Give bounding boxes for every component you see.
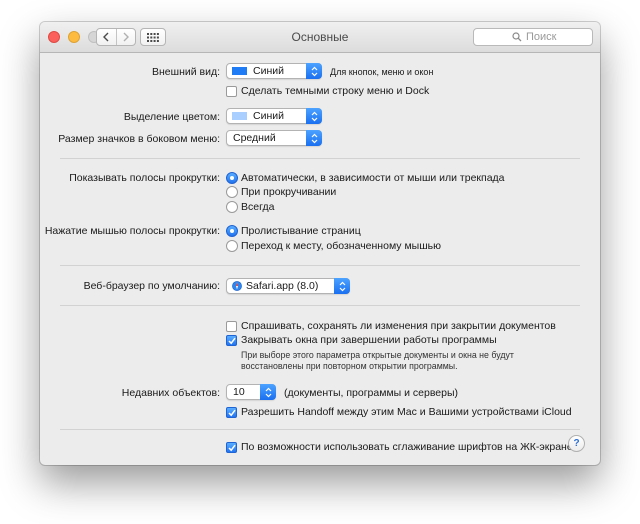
popup-arrows-icon <box>306 130 322 146</box>
click-spot-radio[interactable] <box>226 240 238 252</box>
browser-label: Веб-браузер по умолчанию: <box>83 280 220 292</box>
sidebar-icon-value: Средний <box>233 132 276 144</box>
separator <box>60 429 580 430</box>
back-button[interactable] <box>97 29 116 45</box>
chevron-right-icon <box>123 32 129 42</box>
search-field[interactable]: Поиск <box>473 28 593 46</box>
checkmark-icon <box>228 409 236 417</box>
safari-icon <box>232 281 242 291</box>
recent-popup[interactable]: 10 <box>226 384 276 400</box>
scrollbars-scrolling-label: При прокручивании <box>241 186 337 198</box>
separator <box>60 265 580 266</box>
close-windows-checkbox[interactable] <box>226 335 237 346</box>
help-button[interactable]: ? <box>568 435 585 452</box>
sidebar-icon-label: Размер значков в боковом меню: <box>58 133 220 145</box>
separator <box>60 158 580 159</box>
minimize-window-button[interactable] <box>68 31 80 43</box>
click-scrollbar-label: Нажатие мышью полосы прокрутки: <box>44 225 220 237</box>
appearance-swatch <box>232 67 247 75</box>
dark-bar-label: Сделать темными строку меню и Dock <box>241 85 430 97</box>
recent-label: Недавних объектов: <box>121 387 220 399</box>
click-page-radio[interactable] <box>226 225 238 237</box>
recent-hint: (документы, программы и серверы) <box>284 387 459 399</box>
checkmark-icon <box>228 337 236 345</box>
search-placeholder: Поиск <box>526 31 557 43</box>
close-windows-label: Закрывать окна при завершении работы про… <box>241 334 497 346</box>
close-windows-note-line1: При выборе этого параметра открытые доку… <box>241 350 514 360</box>
appearance-popup[interactable]: Синий <box>226 63 322 79</box>
scrollbars-automatic-radio[interactable] <box>226 172 238 184</box>
popup-arrows-icon <box>334 278 350 294</box>
chevron-left-icon <box>103 32 109 42</box>
appearance-hint: Для кнопок, меню и окон <box>330 67 434 77</box>
popup-arrows-icon <box>306 108 322 124</box>
handoff-label: Разрешить Handoff между этим Mac и Вашим… <box>241 406 572 418</box>
close-windows-note-line2: восстановлены при повторном открытии про… <box>241 361 458 371</box>
recent-value: 10 <box>233 386 245 398</box>
popup-arrows-icon <box>306 63 322 79</box>
highlight-label: Выделение цветом: <box>123 111 220 123</box>
font-smoothing-label: По возможности использовать сглаживание … <box>241 441 573 453</box>
popup-arrows-icon <box>260 384 276 400</box>
title-bar: Основные Поиск <box>40 22 600 53</box>
sidebar-icon-popup[interactable]: Средний <box>226 130 322 146</box>
preferences-window: Основные Поиск Внешний вид: Синий Для кн… <box>40 22 600 465</box>
click-page-label: Пролистывание страниц <box>241 225 361 237</box>
browser-value: Safari.app (8.0) <box>246 280 319 292</box>
dark-bar-checkbox[interactable] <box>226 86 237 97</box>
search-icon <box>512 32 522 42</box>
scrollbars-scrolling-radio[interactable] <box>226 186 238 198</box>
appearance-value: Синий <box>253 65 284 77</box>
appearance-label: Внешний вид: <box>152 66 220 78</box>
window-title: Основные <box>291 30 349 44</box>
browser-popup[interactable]: Safari.app (8.0) <box>226 278 350 294</box>
handoff-checkbox[interactable] <box>226 407 237 418</box>
ask-save-label: Спрашивать, сохранять ли изменения при з… <box>241 320 556 332</box>
forward-button[interactable] <box>115 29 136 45</box>
scrollbars-automatic-label: Автоматически, в зависимости от мыши или… <box>241 172 505 184</box>
font-smoothing-checkbox[interactable] <box>226 442 237 453</box>
scrollbars-always-radio[interactable] <box>226 201 238 213</box>
scrollbars-label: Показывать полосы прокрутки: <box>69 172 220 184</box>
show-all-button[interactable] <box>140 28 166 46</box>
navigation-buttons <box>96 28 136 46</box>
grid-icon <box>147 32 159 42</box>
scrollbars-always-label: Всегда <box>241 201 275 213</box>
highlight-popup[interactable]: Синий <box>226 108 322 124</box>
checkmark-icon <box>228 444 236 452</box>
highlight-swatch <box>232 112 247 120</box>
separator <box>60 305 580 306</box>
highlight-value: Синий <box>253 110 284 122</box>
close-window-button[interactable] <box>48 31 60 43</box>
ask-save-checkbox[interactable] <box>226 321 237 332</box>
click-spot-label: Переход к месту, обозначенному мышью <box>241 240 441 252</box>
